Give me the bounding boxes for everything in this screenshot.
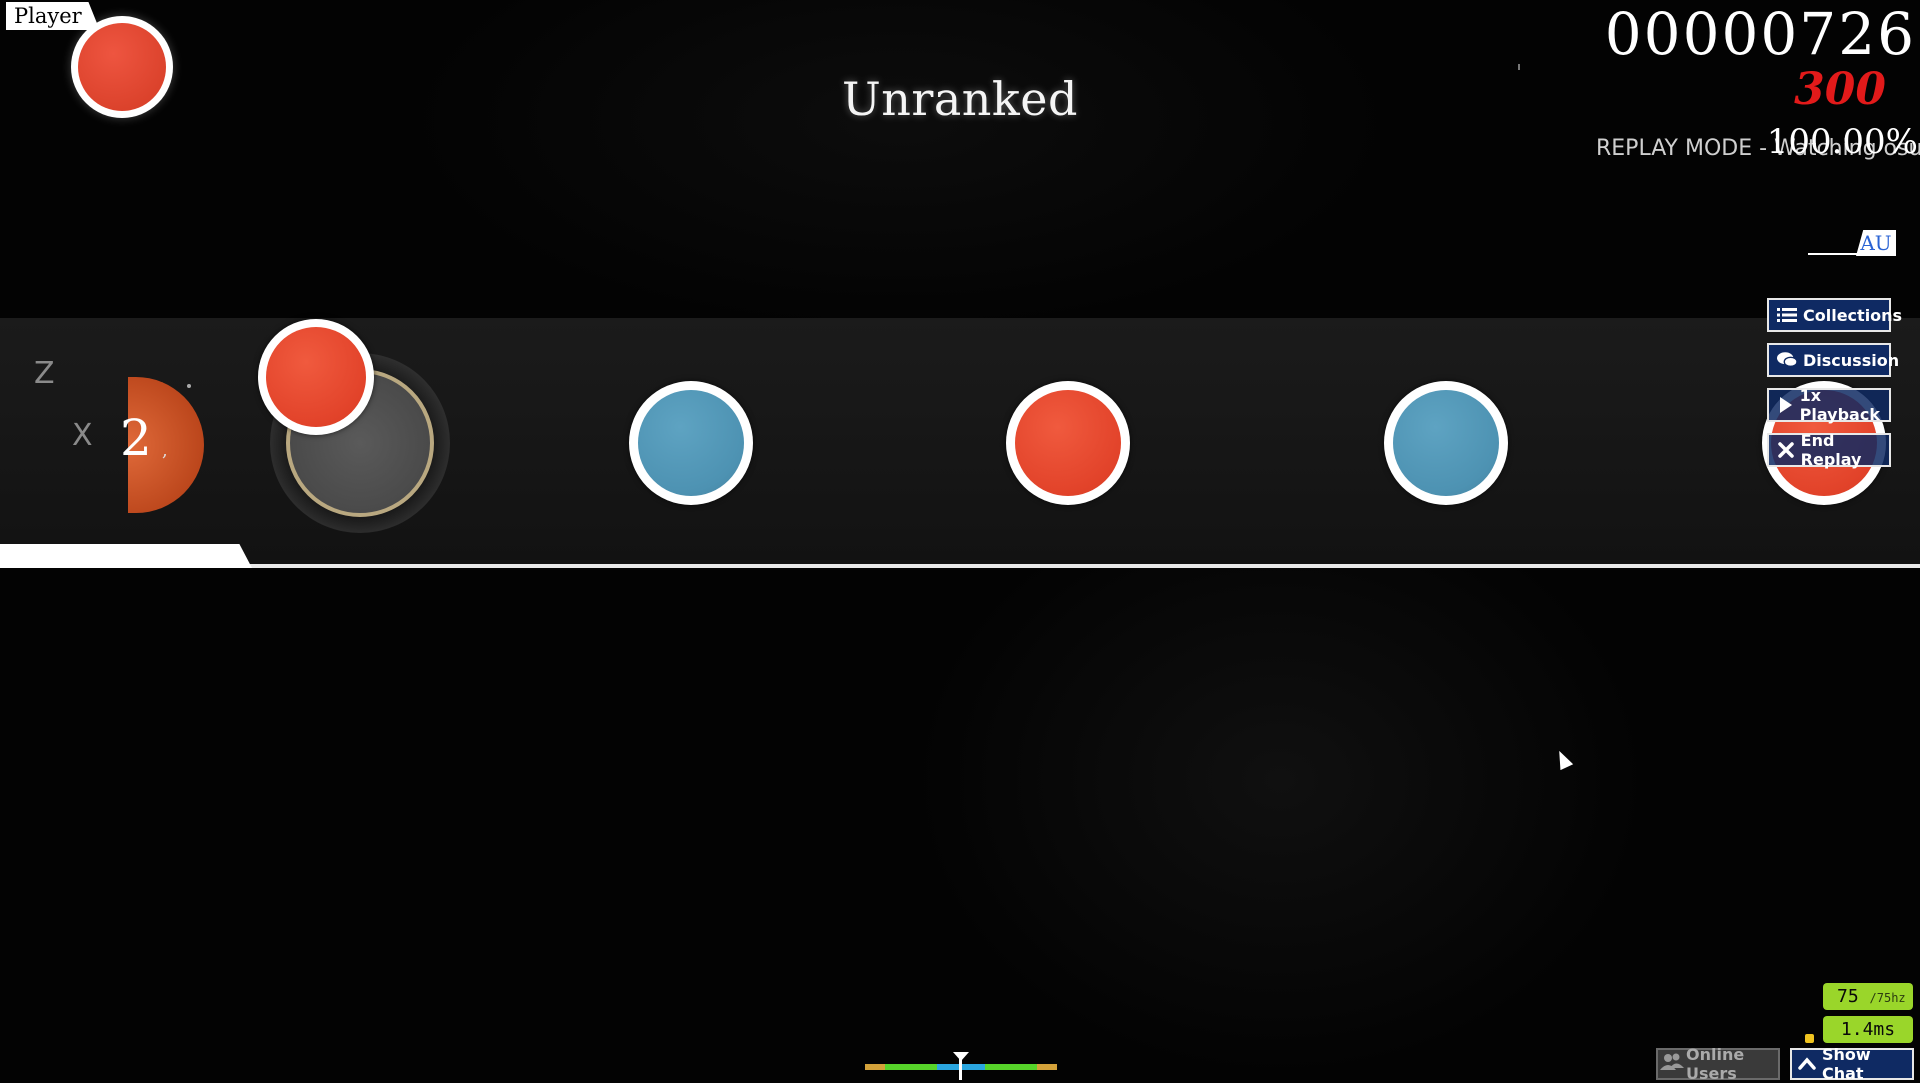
latency-indicator [1805, 1034, 1814, 1043]
fps-value: 75 [1837, 986, 1859, 1007]
combo-counter: 2 [120, 409, 152, 467]
play-icon [1777, 396, 1794, 414]
combo-tick: , [162, 440, 168, 461]
key-z-label: Z [34, 356, 55, 391]
ranked-status: Unranked [842, 72, 1078, 126]
close-icon [1777, 441, 1795, 459]
latency-counter: 1.4ms [1823, 1016, 1913, 1043]
end-replay-button[interactable]: End Replay [1767, 431, 1891, 469]
player-name-tag: Player [6, 2, 100, 30]
lane-divider [0, 564, 1920, 568]
playback-label: 1x Playback [1799, 386, 1880, 424]
note-ka [1384, 381, 1508, 505]
online-users-button[interactable]: Online Users [1656, 1045, 1780, 1083]
list-icon [1777, 306, 1797, 324]
end-replay-label: End Replay [1800, 431, 1862, 469]
health-bar [0, 544, 252, 568]
collections-label: Collections [1803, 305, 1903, 325]
users-icon [1660, 1052, 1684, 1076]
chat-bubble-icon [1777, 351, 1797, 369]
online-users-label: Online Users [1686, 1045, 1745, 1083]
score: 00000726 [1604, 0, 1916, 68]
note-don-hit [258, 319, 374, 435]
playback-speed-button[interactable]: 1x Playback [1767, 386, 1891, 424]
accuracy: 100.00% [1766, 122, 1918, 162]
judgement-300: 300 [1794, 64, 1886, 115]
progress-marker [1518, 64, 1520, 70]
note-don [1006, 381, 1130, 505]
hit-error-center [959, 1052, 962, 1080]
key-indicator-dot [187, 384, 191, 388]
flag-line [1808, 253, 1858, 255]
chevron-up-icon [1798, 1055, 1816, 1074]
fps-target: /75hz [1869, 991, 1906, 1005]
show-chat-label: Show Chat [1822, 1045, 1871, 1083]
collections-button[interactable]: Collections [1767, 298, 1902, 332]
fps-counter: 75 /75hz [1823, 983, 1913, 1010]
show-chat-button[interactable]: Show Chat [1790, 1045, 1914, 1083]
discussion-button[interactable]: Discussion [1767, 343, 1899, 377]
discussion-label: Discussion [1803, 350, 1900, 370]
key-x-label: X [72, 418, 93, 453]
note-ka [629, 381, 753, 505]
